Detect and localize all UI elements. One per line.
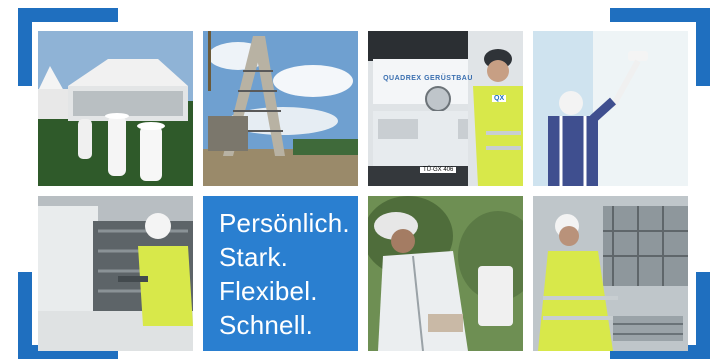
corner-bracket-bottom-right-vertical (696, 272, 710, 359)
scaffold-construction-photo (533, 196, 688, 351)
corner-bracket-top-right-vertical (696, 8, 710, 86)
truck-sign: QUADREX GERÜSTBAU (368, 75, 488, 82)
license-plate: TÜ·GX 406 (420, 167, 457, 173)
painter-photo (533, 31, 688, 186)
slogan-line-4: Schnell. (219, 309, 314, 340)
slogan-line-3: Flexibel. (219, 275, 318, 306)
truck-sign-right: GERÜSTBAU (424, 75, 473, 82)
event-tent-photo (38, 31, 193, 186)
corner-bracket-top-right (610, 8, 710, 22)
slogan-line-1: Persönlich. (219, 207, 350, 238)
corner-bracket-top-left (18, 8, 118, 22)
slogan-line-2: Stark. (219, 241, 289, 272)
corner-bracket-bottom-left-vertical (18, 272, 32, 359)
vest-badge: QX (492, 95, 507, 102)
truck-sign-left: QUADREX (383, 75, 422, 82)
delivery-truck-photo (38, 196, 193, 351)
corner-bracket-top-left-vertical (18, 8, 32, 86)
worker-with-tablet-photo (368, 196, 523, 351)
slogan-panel: Persönlich. Stark. Flexibel. Schnell. (203, 196, 358, 351)
truck-worker-photo: QUADREX GERÜSTBAU TÜ·GX 406 QX (368, 31, 523, 186)
scaffold-tower-photo (203, 31, 358, 186)
